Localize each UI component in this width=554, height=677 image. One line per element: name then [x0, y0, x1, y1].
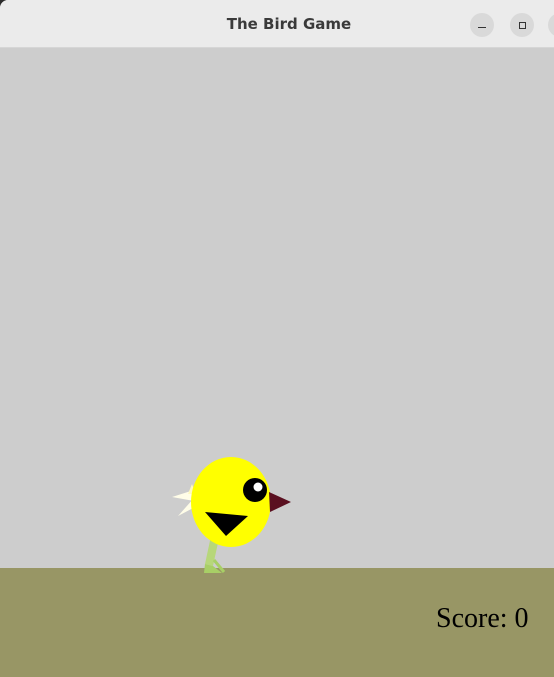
- minimize-button[interactable]: [470, 13, 494, 37]
- maximize-button[interactable]: [510, 13, 534, 37]
- score-label: Score: 0: [436, 603, 529, 634]
- maximize-icon: [518, 21, 526, 29]
- game-window: The Bird Game ✕: [0, 0, 554, 677]
- minimize-icon: [478, 26, 486, 29]
- title-bar[interactable]: The Bird Game ✕: [0, 0, 554, 48]
